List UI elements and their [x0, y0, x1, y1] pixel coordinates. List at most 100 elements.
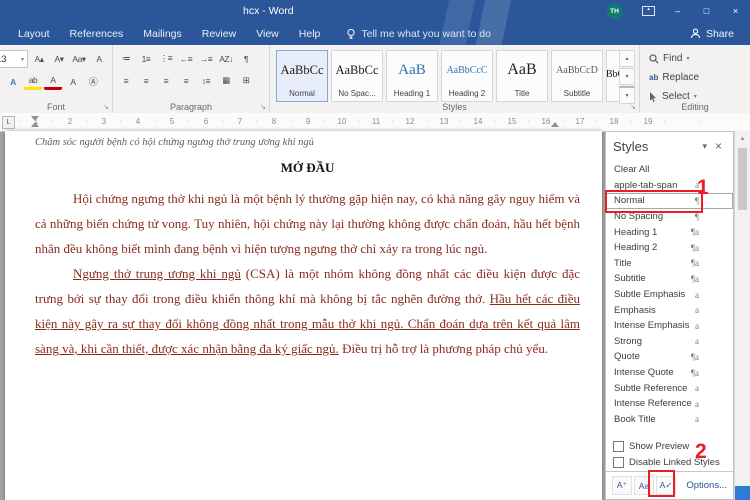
horizontal-ruler[interactable]: L · 1 · 2 · 3 · 4 · 5 · 6 · 7 · 8 · 9 · 10 · 11 · 12 · 13 · 14 · 15 · 1…: [0, 113, 750, 132]
tab-mailings[interactable]: Mailings: [133, 22, 192, 45]
multilevel-list-button[interactable]: ⋮≡: [157, 50, 175, 67]
ruler-tab-selector[interactable]: L: [2, 116, 15, 129]
tell-me-box[interactable]: Tell me what you want to do: [346, 28, 491, 40]
tab-help[interactable]: Help: [289, 22, 331, 45]
tab-references[interactable]: References: [60, 22, 134, 45]
tab-review[interactable]: Review: [192, 22, 246, 45]
style-item-clear-all[interactable]: Clear All: [606, 162, 733, 178]
style-gallery-item-heading-1[interactable]: AaB Heading 1: [386, 50, 438, 102]
document-page[interactable]: Chăm sóc người bệnh có hội chứng ngưng t…: [5, 131, 602, 500]
style-preview: AaBbCc: [335, 62, 379, 77]
ribbon-tab-row: Layout References Mailings Review View Help T…: [0, 22, 750, 45]
style-item-title[interactable]: Title ¶a: [606, 256, 733, 272]
grow-font-button[interactable]: A▴: [30, 51, 48, 68]
options-link[interactable]: Options...: [686, 480, 727, 491]
change-case-button[interactable]: Aa▾: [70, 51, 88, 68]
disable-linked-styles-checkbox[interactable]: Disable Linked Styles: [613, 455, 720, 469]
ruler-dot: ·: [255, 117, 259, 126]
style-item-label: Title: [614, 257, 632, 269]
align-right-button[interactable]: ≡: [157, 72, 175, 89]
style-gallery-item-subtitle[interactable]: AaBbCcD Subtitle: [551, 50, 603, 102]
sort-button[interactable]: AZ↓: [217, 50, 235, 67]
character-shading-button[interactable]: A: [64, 73, 82, 90]
bullets-button[interactable]: ≔: [117, 50, 135, 67]
enclose-characters-button[interactable]: Ⓐ: [84, 73, 102, 90]
ruler-number: 13: [439, 117, 449, 126]
style-item-emphasis[interactable]: Emphasis a: [606, 302, 733, 318]
account-avatar[interactable]: TH: [607, 3, 622, 19]
text-effects-button[interactable]: A: [4, 73, 22, 90]
justify-button[interactable]: ≡: [177, 72, 195, 89]
styles-pane-menu-icon[interactable]: ▾: [698, 141, 711, 152]
style-item-book-title[interactable]: Book Title a: [606, 412, 733, 428]
gallery-scroll-down-icon[interactable]: ▾: [619, 68, 635, 85]
style-item-heading-1[interactable]: Heading 1 ¶a: [606, 224, 733, 240]
style-item-subtle-emphasis[interactable]: Subtle Emphasis a: [606, 287, 733, 303]
style-item-label: Heading 2: [614, 242, 658, 254]
align-center-button[interactable]: ≡: [137, 72, 155, 89]
first-line-indent-marker[interactable]: [31, 116, 39, 121]
ruler-dot: ·: [629, 117, 633, 126]
style-item-no-spacing[interactable]: No Spacing ¶: [606, 209, 733, 225]
shrink-font-button[interactable]: A▾: [50, 51, 68, 68]
style-item-intense-emphasis[interactable]: Intense Emphasis a: [606, 318, 733, 334]
manage-styles-button[interactable]: A✓: [656, 476, 676, 495]
right-indent-marker[interactable]: [551, 122, 559, 127]
vertical-scrollbar[interactable]: ▲: [734, 131, 750, 500]
font-size-combobox[interactable]: 13 ▾: [0, 50, 28, 68]
increase-indent-button[interactable]: →≡: [197, 50, 215, 67]
highlight-color-button[interactable]: ab: [24, 73, 42, 90]
style-item-subtle-reference[interactable]: Subtle Reference a: [606, 380, 733, 396]
style-item-normal[interactable]: Normal ¶: [606, 193, 733, 209]
font-row-1: 13 ▾ A▴A▾Aa▾A: [0, 45, 112, 68]
ruler-number: 6: [203, 117, 209, 126]
replace-button[interactable]: ab Replace: [640, 68, 750, 87]
borders-button[interactable]: ⊞: [237, 72, 255, 89]
hanging-indent-marker[interactable]: [31, 122, 39, 127]
show-marks-button[interactable]: ¶: [237, 50, 255, 67]
scrollbar-thumb[interactable]: [738, 148, 747, 210]
share-button[interactable]: Share: [690, 28, 734, 40]
show-preview-checkbox[interactable]: Show Preview: [613, 439, 689, 453]
style-item-heading-2[interactable]: Heading 2 ¶a: [606, 240, 733, 256]
scroll-up-icon[interactable]: ▲: [735, 131, 750, 146]
style-gallery-item-no-spacing[interactable]: AaBbCc No Spac...: [331, 50, 383, 102]
style-gallery-item-heading-2[interactable]: AaBbCcC Heading 2: [441, 50, 493, 102]
new-style-button[interactable]: A⁺: [612, 476, 632, 495]
paragraph-dialog-launcher[interactable]: ↘: [260, 103, 266, 111]
ribbon-display-options-button[interactable]: ▴: [634, 0, 663, 22]
numbering-button[interactable]: 1≡: [137, 50, 155, 67]
ruler-dot: ·: [357, 117, 361, 126]
font-color-button[interactable]: A: [44, 73, 62, 90]
style-label: Heading 1: [393, 89, 431, 98]
find-button[interactable]: Find ▾: [640, 49, 750, 68]
style-item-apple-tab-span[interactable]: apple-tab-span a: [606, 178, 733, 194]
style-item-quote[interactable]: Quote ¶a: [606, 349, 733, 365]
gallery-scroll-up-icon[interactable]: ▴: [619, 50, 635, 67]
tab-view[interactable]: View: [246, 22, 289, 45]
maximize-button[interactable]: □: [692, 0, 721, 22]
doc-text-segment: Ngưng thở trung ương khi ngủ: [73, 266, 241, 281]
style-inspector-button[interactable]: Aa: [634, 476, 654, 495]
clear-formatting-button[interactable]: A: [90, 51, 108, 68]
minimize-button[interactable]: –: [663, 0, 692, 22]
style-item-strong[interactable]: Strong a: [606, 334, 733, 350]
window-title: hcx - Word: [243, 5, 294, 17]
style-gallery-item-title[interactable]: AaB Title: [496, 50, 548, 102]
shading-button[interactable]: ▦: [217, 72, 235, 89]
line-spacing-button[interactable]: ↕≡: [197, 72, 215, 89]
align-left-button[interactable]: ≡: [117, 72, 135, 89]
tab-layout[interactable]: Layout: [8, 22, 60, 45]
style-item-subtitle[interactable]: Subtitle ¶a: [606, 271, 733, 287]
style-item-label: Subtle Reference: [614, 382, 688, 394]
ruler-number: 10: [337, 117, 347, 126]
find-label: Find: [663, 53, 683, 64]
close-button[interactable]: ×: [721, 0, 750, 22]
style-gallery-item-normal[interactable]: AaBbCc Normal: [276, 50, 328, 102]
style-item-intense-quote[interactable]: Intense Quote ¶a: [606, 365, 733, 381]
styles-dialog-launcher[interactable]: ↘: [630, 103, 636, 111]
font-dialog-launcher[interactable]: ↘: [103, 103, 109, 111]
decrease-indent-button[interactable]: ←≡: [177, 50, 195, 67]
style-item-intense-reference[interactable]: Intense Reference a: [606, 396, 733, 412]
styles-pane-close-icon[interactable]: ×: [711, 139, 726, 153]
